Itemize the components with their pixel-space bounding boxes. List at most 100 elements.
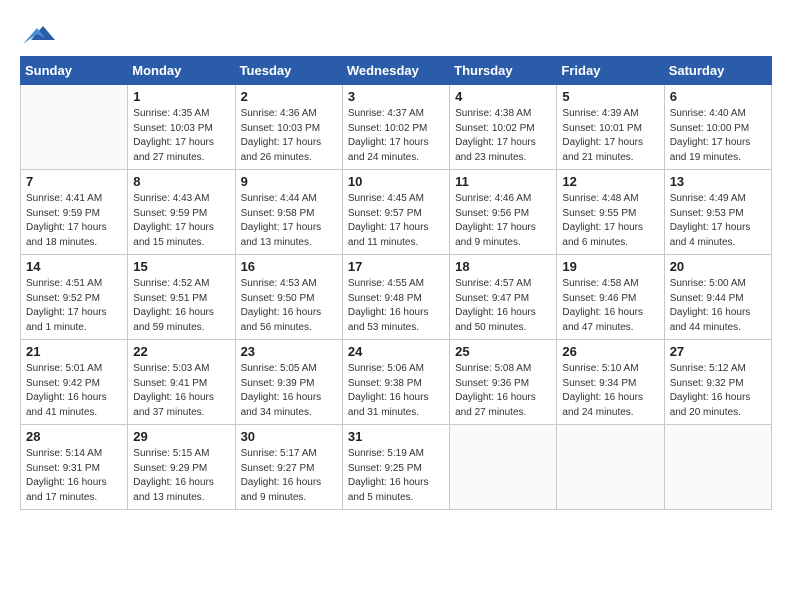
day-detail: Sunrise: 4:57 AMSunset: 9:47 PMDaylight:… — [455, 277, 551, 335]
calendar-cell — [450, 425, 557, 510]
day-number: 21 — [26, 344, 122, 359]
day-number: 16 — [241, 259, 337, 274]
day-detail: Sunrise: 5:03 AMSunset: 9:41 PMDaylight:… — [133, 362, 229, 420]
calendar-cell: 31 Sunrise: 5:19 AMSunset: 9:25 PMDayligh… — [342, 425, 449, 510]
calendar-cell: 17 Sunrise: 4:55 AMSunset: 9:48 PMDayligh… — [342, 255, 449, 340]
calendar-cell: 20 Sunrise: 5:00 AMSunset: 9:44 PMDayligh… — [664, 255, 771, 340]
calendar-table: SundayMondayTuesdayWednesdayThursdayFrid… — [20, 56, 772, 510]
day-detail: Sunrise: 4:46 AMSunset: 9:56 PMDaylight:… — [455, 192, 551, 250]
day-header-wednesday: Wednesday — [342, 57, 449, 85]
day-number: 14 — [26, 259, 122, 274]
calendar-cell: 9 Sunrise: 4:44 AMSunset: 9:58 PMDaylight… — [235, 170, 342, 255]
day-header-friday: Friday — [557, 57, 664, 85]
day-number: 2 — [241, 89, 337, 104]
day-number: 24 — [348, 344, 444, 359]
calendar-cell: 4Sunrise: 4:38 AMSunset: 10:02 PMDayligh… — [450, 85, 557, 170]
day-number: 31 — [348, 429, 444, 444]
calendar-cell: 29Sunrise: 5:15 AMSunset: 9:29 PMDayligh… — [128, 425, 235, 510]
calendar-cell: 16 Sunrise: 4:53 AMSunset: 9:50 PMDayligh… — [235, 255, 342, 340]
day-number: 18 — [455, 259, 551, 274]
day-detail: Sunrise: 4:53 AMSunset: 9:50 PMDaylight:… — [241, 277, 337, 335]
day-detail: Sunrise: 5:15 AMSunset: 9:29 PMDaylight:… — [133, 447, 229, 505]
day-detail: Sunrise: 4:58 AMSunset: 9:46 PMDaylight:… — [562, 277, 658, 335]
calendar-cell: 25Sunrise: 5:08 AMSunset: 9:36 PMDayligh… — [450, 340, 557, 425]
calendar-cell: 3 Sunrise: 4:37 AMSunset: 10:02 PMDayligh… — [342, 85, 449, 170]
calendar-cell: 22Sunrise: 5:03 AMSunset: 9:41 PMDayligh… — [128, 340, 235, 425]
day-number: 20 — [670, 259, 766, 274]
calendar-cell: 5 Sunrise: 4:39 AMSunset: 10:01 PMDayligh… — [557, 85, 664, 170]
day-number: 7 — [26, 174, 122, 189]
calendar-cell: 28 Sunrise: 5:14 AMSunset: 9:31 PMDayligh… — [21, 425, 128, 510]
calendar-cell: 23 Sunrise: 5:05 AMSunset: 9:39 PMDayligh… — [235, 340, 342, 425]
calendar-cell: 18 Sunrise: 4:57 AMSunset: 9:47 PMDayligh… — [450, 255, 557, 340]
day-detail: Sunrise: 5:05 AMSunset: 9:39 PMDaylight:… — [241, 362, 337, 420]
day-number: 1 — [133, 89, 229, 104]
day-number: 27 — [670, 344, 766, 359]
day-number: 26 — [562, 344, 658, 359]
calendar-week-4: 21 Sunrise: 5:01 AMSunset: 9:42 PMDayligh… — [21, 340, 772, 425]
day-detail: Sunrise: 4:39 AMSunset: 10:01 PMDaylight… — [562, 107, 658, 165]
calendar-cell: 8 Sunrise: 4:43 AMSunset: 9:59 PMDaylight… — [128, 170, 235, 255]
calendar-cell: 30 Sunrise: 5:17 AMSunset: 9:27 PMDayligh… — [235, 425, 342, 510]
day-number: 28 — [26, 429, 122, 444]
day-detail: Sunrise: 4:38 AMSunset: 10:02 PMDaylight… — [455, 107, 551, 165]
day-detail: Sunrise: 4:49 AMSunset: 9:53 PMDaylight:… — [670, 192, 766, 250]
day-number: 25 — [455, 344, 551, 359]
calendar-cell: 27 Sunrise: 5:12 AMSunset: 9:32 PMDayligh… — [664, 340, 771, 425]
day-detail: Sunrise: 5:01 AMSunset: 9:42 PMDaylight:… — [26, 362, 122, 420]
page-header — [20, 16, 772, 48]
day-detail: Sunrise: 4:43 AMSunset: 9:59 PMDaylight:… — [133, 192, 229, 250]
calendar-cell: 13 Sunrise: 4:49 AMSunset: 9:53 PMDayligh… — [664, 170, 771, 255]
calendar-cell: 1 Sunrise: 4:35 AMSunset: 10:03 PMDayligh… — [128, 85, 235, 170]
day-detail: Sunrise: 5:19 AMSunset: 9:25 PMDaylight:… — [348, 447, 444, 505]
day-header-sunday: Sunday — [21, 57, 128, 85]
day-number: 6 — [670, 89, 766, 104]
day-detail: Sunrise: 4:51 AMSunset: 9:52 PMDaylight:… — [26, 277, 122, 335]
day-detail: Sunrise: 4:37 AMSunset: 10:02 PMDaylight… — [348, 107, 444, 165]
day-detail: Sunrise: 4:52 AMSunset: 9:51 PMDaylight:… — [133, 277, 229, 335]
day-detail: Sunrise: 4:41 AMSunset: 9:59 PMDaylight:… — [26, 192, 122, 250]
day-detail: Sunrise: 5:00 AMSunset: 9:44 PMDaylight:… — [670, 277, 766, 335]
calendar-cell: 10 Sunrise: 4:45 AMSunset: 9:57 PMDayligh… — [342, 170, 449, 255]
day-number: 13 — [670, 174, 766, 189]
calendar-cell — [557, 425, 664, 510]
calendar-week-2: 7 Sunrise: 4:41 AMSunset: 9:59 PMDaylight… — [21, 170, 772, 255]
day-detail: Sunrise: 5:17 AMSunset: 9:27 PMDaylight:… — [241, 447, 337, 505]
day-number: 15 — [133, 259, 229, 274]
day-detail: Sunrise: 4:55 AMSunset: 9:48 PMDaylight:… — [348, 277, 444, 335]
day-header-tuesday: Tuesday — [235, 57, 342, 85]
day-number: 10 — [348, 174, 444, 189]
day-number: 3 — [348, 89, 444, 104]
day-number: 12 — [562, 174, 658, 189]
calendar-cell: 24 Sunrise: 5:06 AMSunset: 9:38 PMDayligh… — [342, 340, 449, 425]
day-number: 11 — [455, 174, 551, 189]
day-number: 9 — [241, 174, 337, 189]
day-number: 8 — [133, 174, 229, 189]
calendar-week-5: 28 Sunrise: 5:14 AMSunset: 9:31 PMDayligh… — [21, 425, 772, 510]
day-number: 30 — [241, 429, 337, 444]
day-detail: Sunrise: 4:44 AMSunset: 9:58 PMDaylight:… — [241, 192, 337, 250]
day-header-thursday: Thursday — [450, 57, 557, 85]
day-detail: Sunrise: 5:10 AMSunset: 9:34 PMDaylight:… — [562, 362, 658, 420]
calendar-cell: 6Sunrise: 4:40 AMSunset: 10:00 PMDayligh… — [664, 85, 771, 170]
day-number: 17 — [348, 259, 444, 274]
day-header-saturday: Saturday — [664, 57, 771, 85]
calendar-cell: 12Sunrise: 4:48 AMSunset: 9:55 PMDayligh… — [557, 170, 664, 255]
calendar-cell: 26 Sunrise: 5:10 AMSunset: 9:34 PMDayligh… — [557, 340, 664, 425]
day-detail: Sunrise: 5:12 AMSunset: 9:32 PMDaylight:… — [670, 362, 766, 420]
day-detail: Sunrise: 4:45 AMSunset: 9:57 PMDaylight:… — [348, 192, 444, 250]
calendar-cell: 2Sunrise: 4:36 AMSunset: 10:03 PMDayligh… — [235, 85, 342, 170]
calendar-cell: 7 Sunrise: 4:41 AMSunset: 9:59 PMDaylight… — [21, 170, 128, 255]
day-detail: Sunrise: 5:14 AMSunset: 9:31 PMDaylight:… — [26, 447, 122, 505]
calendar-week-3: 14 Sunrise: 4:51 AMSunset: 9:52 PMDayligh… — [21, 255, 772, 340]
logo-icon — [23, 16, 55, 48]
calendar-cell: 11 Sunrise: 4:46 AMSunset: 9:56 PMDayligh… — [450, 170, 557, 255]
calendar-cell — [664, 425, 771, 510]
day-number: 19 — [562, 259, 658, 274]
calendar-cell: 14 Sunrise: 4:51 AMSunset: 9:52 PMDayligh… — [21, 255, 128, 340]
day-number: 5 — [562, 89, 658, 104]
day-number: 23 — [241, 344, 337, 359]
day-detail: Sunrise: 5:06 AMSunset: 9:38 PMDaylight:… — [348, 362, 444, 420]
logo — [20, 16, 55, 48]
day-detail: Sunrise: 4:35 AMSunset: 10:03 PMDaylight… — [133, 107, 229, 165]
